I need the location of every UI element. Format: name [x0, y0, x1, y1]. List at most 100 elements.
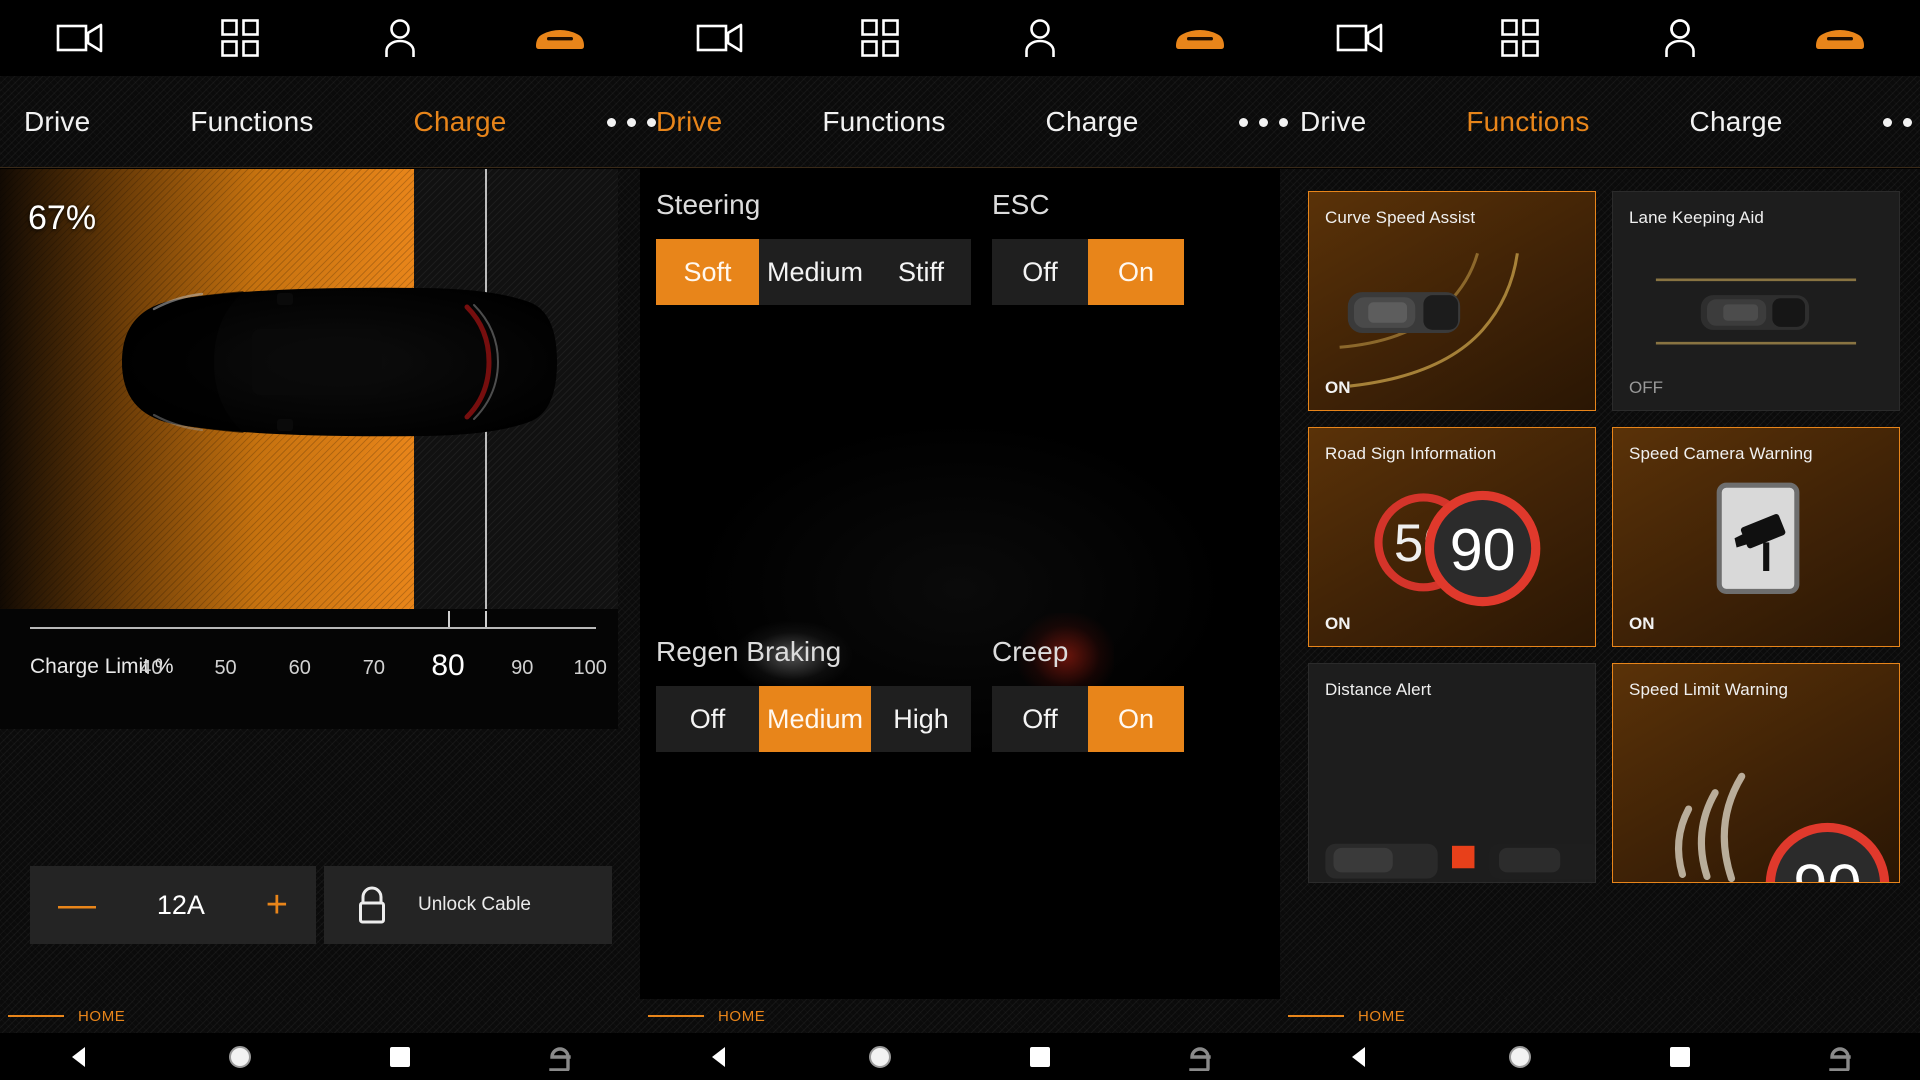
creep-option-on[interactable]: On	[1088, 686, 1184, 752]
steering-option-stiff[interactable]: Stiff	[871, 239, 971, 305]
tick-label-100: 100	[573, 657, 607, 679]
card-speed-camera-warning[interactable]: Speed Camera Warning ON	[1612, 427, 1900, 647]
home-button-3[interactable]: HOME	[1280, 999, 1920, 1033]
steering-option-soft[interactable]: Soft	[656, 239, 759, 305]
steering-option-medium[interactable]: Medium	[759, 239, 871, 305]
home-rule	[648, 1015, 704, 1017]
assistant-button[interactable]	[1760, 1043, 1920, 1071]
assistant-button[interactable]	[480, 1043, 640, 1071]
tick-label-50: 50	[214, 657, 237, 679]
tick-label-90: 90	[511, 657, 534, 679]
tab-functions[interactable]: Functions	[822, 106, 945, 138]
card-title: Curve Speed Assist	[1325, 208, 1476, 227]
charge-controls-area: — 12A + Unlock Cable	[0, 729, 640, 999]
car-icon[interactable]	[480, 0, 640, 76]
battery-charge-visual[interactable]: 67%	[0, 169, 618, 609]
tab-group-2: Drive Functions Charge	[640, 76, 1288, 168]
home-button-2[interactable]: HOME	[640, 999, 1280, 1033]
home-button[interactable]	[1440, 1044, 1600, 1070]
steering-segmented-control[interactable]: Soft Medium Stiff	[656, 239, 971, 305]
card-road-sign-information[interactable]: 50 90 Road Sign Information ON	[1308, 427, 1596, 647]
esc-option-on[interactable]: On	[1088, 239, 1184, 305]
card-state: OFF	[1629, 378, 1663, 397]
tick-label-40: 40	[140, 657, 163, 679]
regen-braking-segmented-control[interactable]: Off Medium High	[656, 686, 971, 752]
creep-option-off[interactable]: Off	[992, 686, 1088, 752]
esc-option-off[interactable]: Off	[992, 239, 1088, 305]
home-label: HOME	[718, 1007, 766, 1025]
tab-charge[interactable]: Charge	[414, 106, 507, 138]
card-title: Lane Keeping Aid	[1629, 208, 1764, 227]
nav-group-3	[1280, 1033, 1920, 1080]
steering-label: Steering	[656, 189, 761, 220]
esc-segmented-control[interactable]: Off On	[992, 239, 1184, 305]
camera-icon[interactable]	[1280, 0, 1440, 76]
profile-icon[interactable]	[1600, 0, 1760, 76]
card-distance-alert[interactable]: Distance Alert	[1308, 663, 1596, 883]
profile-icon[interactable]	[320, 0, 480, 76]
apps-grid-icon[interactable]	[1440, 0, 1600, 76]
infotainment-screen: Drive Functions Charge Drive Functions C…	[0, 0, 1920, 1080]
tab-charge[interactable]: Charge	[1690, 106, 1783, 138]
amperage-value: 12A	[156, 889, 205, 920]
drive-panel: Steering Soft Medium Stiff ESC Off On Re…	[640, 169, 1280, 999]
apps-grid-icon[interactable]	[800, 0, 960, 76]
car-icon[interactable]	[1120, 0, 1280, 76]
recents-button[interactable]	[320, 1046, 480, 1068]
recents-button[interactable]	[960, 1046, 1120, 1068]
creep-label: Creep	[992, 636, 1069, 667]
svg-text:90: 90	[1793, 852, 1861, 883]
regen-option-off[interactable]: Off	[656, 686, 759, 752]
tab-group-3: Drive Functions Charge	[1280, 76, 1920, 168]
card-title: Speed Limit Warning	[1629, 680, 1789, 699]
car-icon[interactable]	[1760, 0, 1920, 76]
driver-assist-card-grid: Curve Speed Assist ON Lane Keeping Aid O…	[1308, 191, 1900, 883]
tab-bar: Drive Functions Charge Drive Functions C…	[0, 76, 1920, 168]
regen-option-medium[interactable]: Medium	[759, 686, 871, 752]
scale-axis	[30, 627, 596, 629]
top-icon-bar	[0, 0, 1920, 76]
camera-icon[interactable]	[640, 0, 800, 76]
regen-option-high[interactable]: High	[871, 686, 971, 752]
tab-functions[interactable]: Functions	[190, 106, 313, 138]
tab-drive[interactable]: Drive	[24, 106, 90, 138]
tab-group-1: Drive Functions Charge	[0, 76, 656, 168]
home-button[interactable]	[800, 1044, 960, 1070]
amperage-stepper[interactable]: — 12A +	[30, 866, 316, 944]
card-curve-speed-assist[interactable]: Curve Speed Assist ON	[1308, 191, 1596, 411]
creep-segmented-control[interactable]: Off On	[992, 686, 1184, 752]
back-button[interactable]	[640, 1044, 800, 1070]
tick-label-70: 70	[362, 657, 385, 679]
unlock-cable-button[interactable]: Unlock Cable	[324, 866, 612, 944]
battery-percent-label: 67%	[28, 199, 97, 237]
tab-charge[interactable]: Charge	[1046, 106, 1139, 138]
profile-icon[interactable]	[960, 0, 1120, 76]
tick-label-80-current: 80	[431, 649, 465, 682]
assistant-button[interactable]	[1120, 1043, 1280, 1071]
camera-icon[interactable]	[0, 0, 160, 76]
back-button[interactable]	[0, 1044, 160, 1070]
home-rule	[1288, 1015, 1344, 1017]
home-rule	[8, 1015, 64, 1017]
home-label: HOME	[1358, 1007, 1406, 1025]
charge-limit-scale[interactable]: Charge Limit % 40 50 60 70 80 90 100	[0, 609, 618, 729]
scale-tick-labels: Charge Limit % 40 50 60 70 80 90 100	[0, 649, 618, 691]
card-title: Road Sign Information	[1325, 444, 1497, 463]
tab-functions[interactable]: Functions	[1466, 106, 1589, 138]
tab-drive[interactable]: Drive	[656, 106, 722, 138]
back-button[interactable]	[1280, 1044, 1440, 1070]
card-title: Distance Alert	[1325, 680, 1432, 699]
home-button[interactable]	[160, 1044, 320, 1070]
home-button-1[interactable]: HOME	[0, 999, 640, 1033]
amperage-decrease-button[interactable]: —	[58, 886, 96, 924]
apps-grid-icon[interactable]	[160, 0, 320, 76]
panel-container: 67% Charge Limit % 40 50 60 70 80 90 100…	[0, 169, 1920, 999]
amperage-increase-button[interactable]: +	[266, 886, 288, 924]
card-speed-limit-warning[interactable]: 90 Speed Limit Warning	[1612, 663, 1900, 883]
regen-braking-label: Regen Braking	[656, 636, 842, 667]
card-lane-keeping-aid[interactable]: Lane Keeping Aid OFF	[1612, 191, 1900, 411]
tab-overflow-button[interactable]	[1882, 117, 1920, 127]
tab-drive[interactable]: Drive	[1300, 106, 1366, 138]
card-state: ON	[1629, 614, 1655, 633]
recents-button[interactable]	[1600, 1046, 1760, 1068]
